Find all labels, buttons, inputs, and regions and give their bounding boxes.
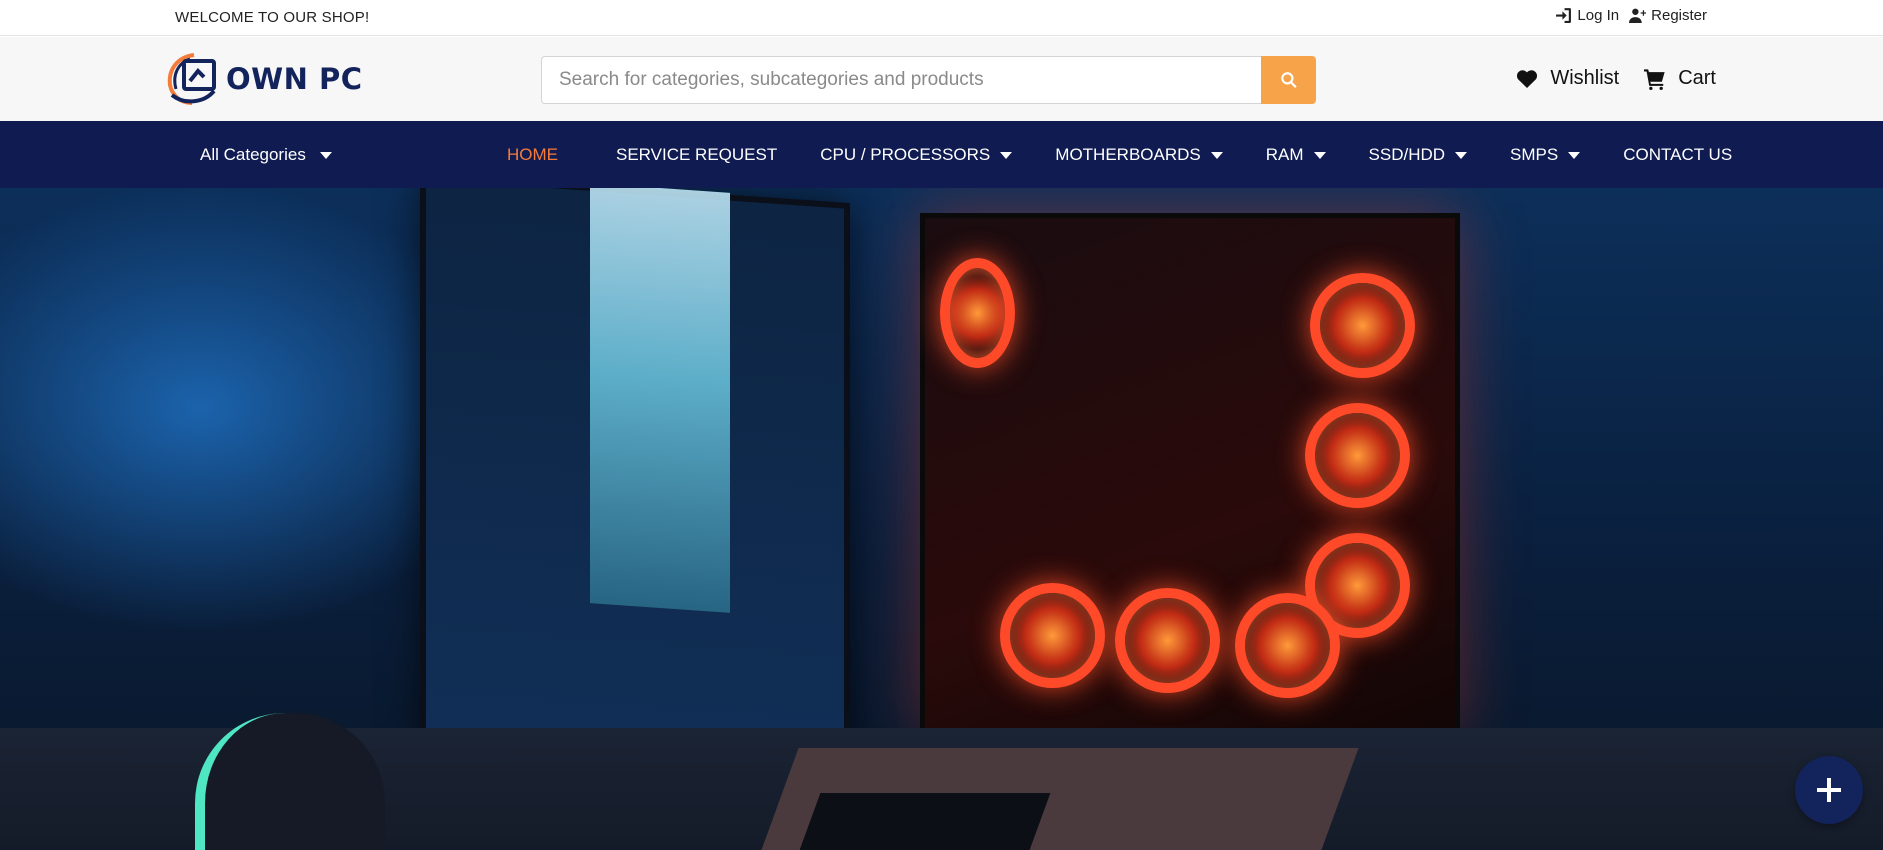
nav-item-service-request[interactable]: SERVICE REQUEST [616,145,777,165]
nav-item-label: CONTACT US [1623,145,1733,164]
logo-text: OWN PC [226,62,363,96]
site-header: OWN PC Wishlist Cart [0,37,1883,121]
main-nav: All Categories HOME SERVICE REQUEST CPU … [0,121,1883,188]
user-plus-icon [1629,8,1647,23]
logo[interactable]: OWN PC [164,51,363,107]
rgb-fan-shape [940,258,1015,368]
rgb-fan-shape [1305,403,1410,508]
header-actions: Wishlist Cart [1516,67,1716,90]
wishlist-label: Wishlist [1550,67,1620,89]
nav-item-label: MOTHERBOARDS [1055,145,1201,164]
welcome-text: WELCOME TO OUR SHOP! [175,9,370,26]
register-link[interactable]: Register [1629,7,1707,24]
top-bar: WELCOME TO OUR SHOP! Log In Register [0,0,1883,36]
chevron-down-icon [1455,151,1468,159]
cart-label: Cart [1678,67,1716,89]
chevron-down-icon [1568,151,1581,159]
search-icon [1280,72,1297,88]
login-label: Log In [1577,7,1620,24]
register-label: Register [1651,7,1707,24]
search-button[interactable] [1261,56,1316,104]
monitor-wallpaper-shape [590,188,730,613]
nav-item-label: SMPS [1510,145,1559,164]
nav-item-motherboards[interactable]: MOTHERBOARDS [1055,145,1223,165]
cart-icon [1644,68,1665,90]
nav-item-smps[interactable]: SMPS [1510,145,1581,165]
hero-banner-image [0,188,1883,850]
search-bar [541,56,1316,104]
rgb-fan-shape [1115,588,1220,693]
nav-item-home[interactable]: HOME [507,145,558,165]
nav-item-cpu-processors[interactable]: CPU / PROCESSORS [820,145,1013,165]
keyboard-shape [799,793,1051,850]
wishlist-link[interactable]: Wishlist [1516,67,1619,90]
nav-menu: HOME SERVICE REQUEST CPU / PROCESSORS MO… [507,145,1732,165]
nav-item-label: SSD/HDD [1368,145,1446,164]
nav-item-label: CPU / PROCESSORS [820,145,991,164]
search-input[interactable] [541,56,1261,104]
logo-mark-icon [167,53,216,105]
heart-icon [1517,69,1538,88]
rgb-fan-shape [1000,583,1105,688]
all-categories-label: All Categories [200,145,306,164]
sign-in-icon [1556,8,1572,23]
plus-icon [1817,778,1841,802]
chevron-down-icon [1210,151,1223,159]
floating-add-button[interactable] [1795,756,1863,824]
nav-item-label: RAM [1265,145,1304,164]
chevron-down-icon [1313,151,1326,159]
chevron-down-icon [1000,151,1013,159]
nav-item-label: SERVICE REQUEST [616,145,778,164]
all-categories-dropdown[interactable]: All Categories [200,145,332,165]
auth-links: Log In Register [1555,7,1707,24]
cart-link[interactable]: Cart [1644,67,1716,90]
nav-item-contact-us[interactable]: CONTACT US [1623,145,1732,165]
nav-item-ssd-hdd[interactable]: SSD/HDD [1369,145,1468,165]
rgb-fan-shape [1235,593,1340,698]
rgb-fan-shape [1310,273,1415,378]
login-link[interactable]: Log In [1555,7,1619,24]
nav-item-label: HOME [507,145,558,164]
chevron-down-icon [319,151,332,159]
nav-item-ram[interactable]: RAM [1266,145,1326,165]
